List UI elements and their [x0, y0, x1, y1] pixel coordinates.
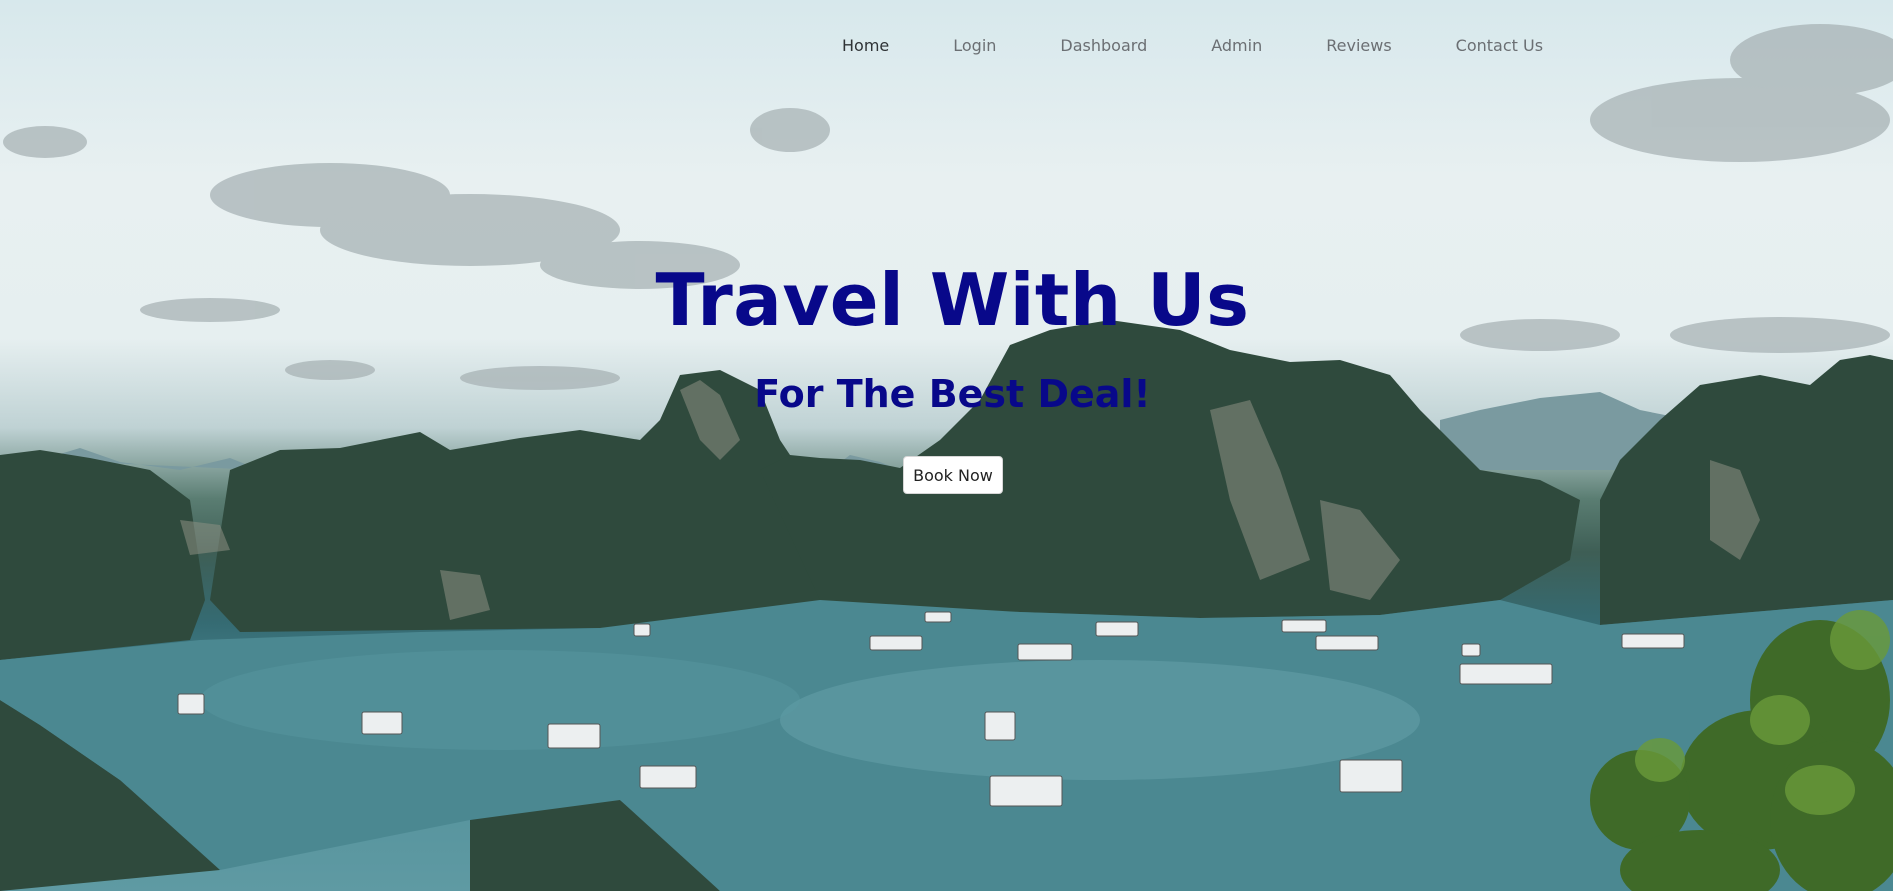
- hero-title: Travel With Us: [655, 258, 1250, 342]
- nav-dashboard-link[interactable]: Dashboard: [1060, 36, 1147, 55]
- book-now-button[interactable]: Book Now: [903, 456, 1003, 494]
- hero-subtitle: For The Best Deal!: [754, 372, 1151, 416]
- hero-section: Home Login Dashboard Admin Reviews Conta…: [0, 0, 1893, 891]
- main-navigation: Home Login Dashboard Admin Reviews Conta…: [842, 36, 1543, 55]
- nav-admin-link[interactable]: Admin: [1211, 36, 1262, 55]
- nav-home-link[interactable]: Home: [842, 36, 889, 55]
- nav-reviews-link[interactable]: Reviews: [1326, 36, 1391, 55]
- nav-contact-us-link[interactable]: Contact Us: [1456, 36, 1543, 55]
- nav-login-link[interactable]: Login: [953, 36, 996, 55]
- background-landscape-image: [0, 24, 1893, 891]
